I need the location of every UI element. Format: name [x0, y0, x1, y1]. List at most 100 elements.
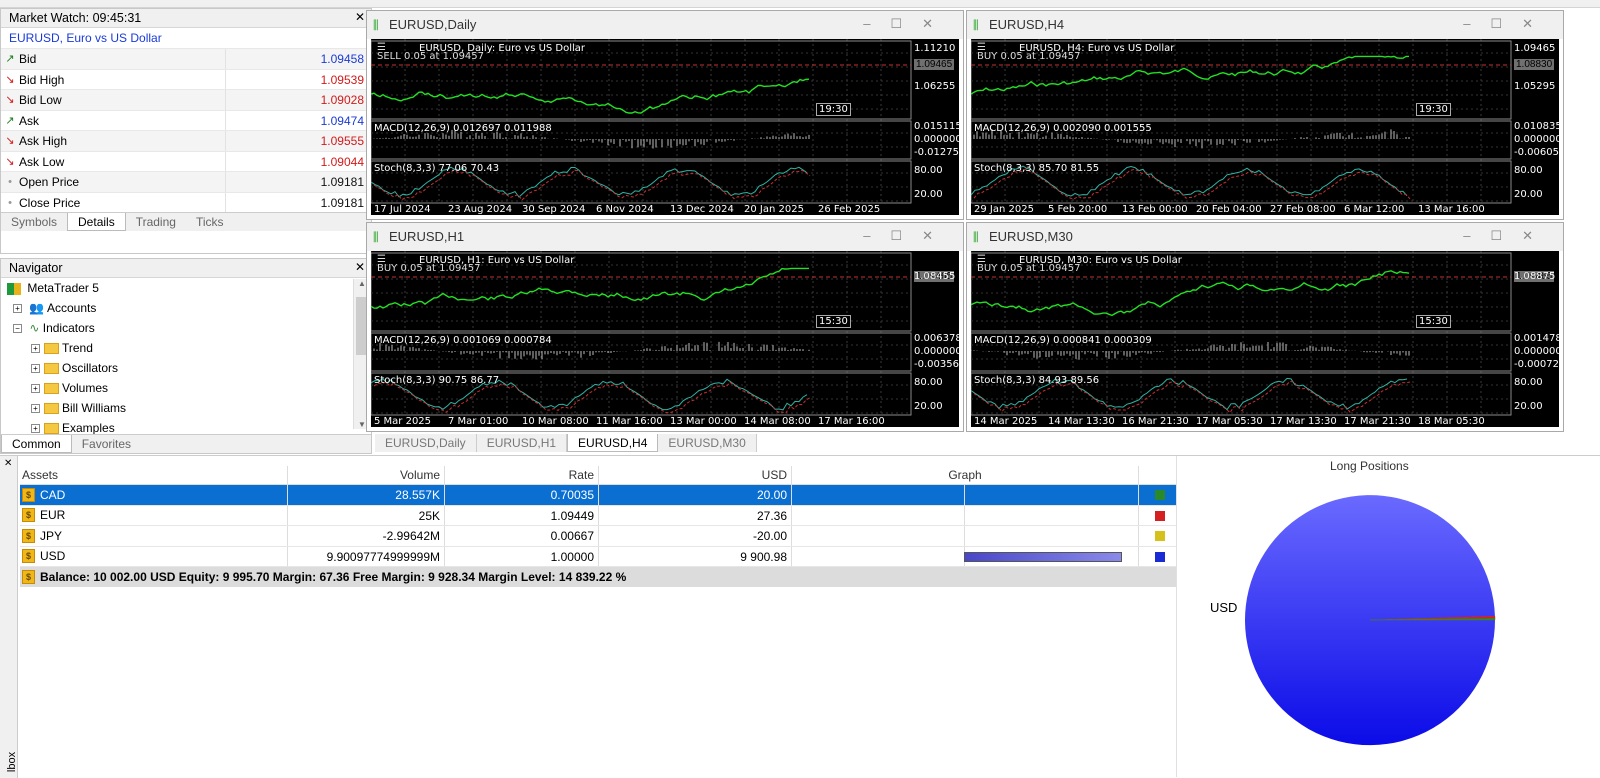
market-watch-symbol[interactable]: EURUSD, Euro vs US Dollar [1, 28, 371, 48]
col-graph[interactable]: Graph [792, 466, 1139, 484]
market-watch-row[interactable]: ↗ Bid 1.09458 [1, 48, 371, 69]
window-controls: –☐✕ [1463, 228, 1553, 244]
chart-title-bar[interactable]: ⫼ EURUSD,H4 –☐✕ [967, 11, 1563, 39]
close-icon[interactable]: ✕ [1522, 16, 1553, 31]
dollar-icon: $ [22, 487, 35, 502]
chart-canvas[interactable]: EURUSD, M30: Euro vs US Dollar BUY 0.05 a… [971, 251, 1559, 427]
date-label: 17 Mar 21:30 [1344, 416, 1411, 427]
time-tag: 19:30 [816, 103, 851, 116]
close-icon[interactable]: ✕ [922, 16, 953, 31]
market-watch-title: Market Watch: 09:45:31 [9, 11, 142, 25]
chart-tab[interactable]: EURUSD,H4 [567, 434, 659, 452]
list-icon[interactable]: ☰ [377, 254, 386, 265]
color-swatch [1155, 490, 1165, 500]
date-label: 29 Jan 2025 [974, 204, 1034, 215]
tab-favorites[interactable]: Favorites [72, 435, 141, 453]
close-icon[interactable]: ✕ [355, 10, 365, 24]
volume-cell: 28.557K [288, 485, 445, 505]
chart-tab[interactable]: EURUSD,Daily [375, 434, 477, 452]
chart-canvas[interactable]: EURUSD, H1: Euro vs US Dollar BUY 0.05 at… [371, 251, 959, 427]
minimize-icon[interactable]: – [1463, 228, 1490, 243]
maximize-icon[interactable]: ☐ [890, 228, 922, 243]
nav-folder-bill-williams[interactable]: + Bill Williams [1, 398, 371, 418]
maximize-icon[interactable]: ☐ [1490, 16, 1522, 31]
market-watch-row[interactable]: ↘ Bid High 1.09539 [1, 68, 371, 89]
list-icon[interactable]: ☰ [977, 254, 986, 265]
expand-icon[interactable]: + [31, 364, 40, 374]
nav-folder-oscillators[interactable]: + Oscillators [1, 358, 371, 378]
collapse-icon[interactable]: − [13, 324, 22, 334]
market-watch-row[interactable]: • Close Price 1.09181 [1, 191, 371, 212]
tab-ticks[interactable]: Ticks [186, 213, 234, 231]
list-icon[interactable]: ☰ [977, 42, 986, 53]
stoch-label: Stoch(8,3,3) 84.93 89.56 [974, 375, 1100, 386]
expand-icon[interactable]: + [31, 404, 40, 414]
col-usd[interactable]: USD [599, 466, 792, 484]
navigator-title: Navigator [9, 261, 63, 275]
arrow-down-icon: ↘ [5, 73, 15, 86]
col-assets[interactable]: Assets [20, 466, 288, 484]
candlestick-icon: ⫼ [373, 230, 379, 244]
chart-window[interactable]: ⫼ EURUSD,H1 –☐✕ EURUSD, H1: Euro vs US Doll… [366, 222, 964, 432]
maximize-icon[interactable]: ☐ [1490, 228, 1522, 243]
color-cell [1139, 506, 1177, 526]
chart-title-bar[interactable]: ⫼ EURUSD,H1 –☐✕ [367, 223, 963, 251]
minimize-icon[interactable]: – [1463, 16, 1490, 31]
expand-icon[interactable]: + [31, 384, 40, 394]
nav-folder-trend[interactable]: + Trend [1, 338, 371, 358]
nav-item-accounts[interactable]: + 👥 Accounts [1, 298, 371, 318]
market-watch-row[interactable]: ↘ Ask High 1.09555 [1, 130, 371, 151]
list-icon[interactable]: ☰ [377, 42, 386, 53]
tab-common[interactable]: Common [1, 435, 72, 453]
tab-symbols[interactable]: Symbols [1, 213, 67, 231]
nav-folder-volumes[interactable]: + Volumes [1, 378, 371, 398]
main-toolbar[interactable] [0, 0, 1600, 8]
price-label: 1.09465 [1514, 43, 1556, 54]
chart-canvas[interactable]: EURUSD, Daily: Euro vs US Dollar SELL 0.0… [371, 39, 959, 215]
minimize-icon[interactable]: – [863, 228, 890, 243]
market-watch-row[interactable]: ↘ Ask Low 1.09044 [1, 150, 371, 171]
close-icon[interactable]: ✕ [922, 228, 953, 243]
table-row[interactable]: $ JPY -2.99642M 0.00667 -20.00 [20, 526, 1177, 547]
col-rate[interactable]: Rate [445, 466, 599, 484]
market-watch-tabs: Symbols Details Trading Ticks [1, 212, 371, 231]
chart-tab[interactable]: EURUSD,M30 [658, 434, 757, 452]
date-label: 6 Mar 12:00 [1344, 204, 1405, 215]
expand-icon[interactable]: + [31, 424, 40, 434]
graph-center-line [964, 526, 965, 546]
chart-title-bar[interactable]: ⫼ EURUSD,M30 –☐✕ [967, 223, 1563, 251]
nav-root[interactable]: MetaTrader 5 [1, 278, 371, 298]
folder-icon [44, 403, 59, 415]
balance-row: $ Balance: 10 002.00 USD Equity: 9 995.7… [20, 567, 1177, 587]
close-icon[interactable]: ✕ [4, 458, 12, 469]
table-row[interactable]: $ USD 9.90097774999999M 1.00000 9 900.98 [20, 546, 1177, 567]
chart-tab[interactable]: EURUSD,H1 [476, 434, 568, 452]
maximize-icon[interactable]: ☐ [890, 16, 922, 31]
table-row[interactable]: $ CAD 28.557K 0.70035 20.00 [20, 485, 1177, 506]
macd-value: 0.006378 [914, 333, 959, 344]
col-volume[interactable]: Volume [288, 466, 445, 484]
market-watch-row[interactable]: ↗ Ask 1.09474 [1, 109, 371, 130]
chart-canvas[interactable]: EURUSD, H4: Euro vs US Dollar BUY 0.05 at… [971, 39, 1559, 215]
minimize-icon[interactable]: – [863, 16, 890, 31]
close-icon[interactable]: ✕ [1522, 228, 1553, 243]
stoch-value: 80.00 [1514, 377, 1543, 388]
table-row[interactable]: $ EUR 25K 1.09449 27.36 [20, 505, 1177, 526]
tab-trading[interactable]: Trading [126, 213, 186, 231]
expand-icon[interactable]: + [31, 344, 40, 354]
rate-cell: 0.70035 [445, 485, 599, 505]
market-watch-row[interactable]: • Open Price 1.09181 [1, 171, 371, 192]
tab-details[interactable]: Details [67, 213, 126, 231]
nav-item-indicators[interactable]: − ∿ Indicators [1, 318, 371, 338]
asset-cell: $ EUR [20, 505, 288, 525]
expand-icon[interactable]: + [13, 304, 22, 314]
price-label: 1.09465 [914, 59, 955, 70]
chart-window[interactable]: ⫼ EURUSD,M30 –☐✕ EURUSD, M30: Euro vs US Do… [966, 222, 1564, 432]
chart-window[interactable]: ⫼ EURUSD,Daily –☐✕ EURUSD, Daily: Euro vs U… [366, 10, 964, 220]
chart-window[interactable]: ⫼ EURUSD,H4 –☐✕ EURUSD, H4: Euro vs US Doll… [966, 10, 1564, 220]
close-icon[interactable]: ✕ [355, 260, 365, 274]
chart-title: EURUSD,Daily [389, 17, 477, 32]
metatrader-icon [7, 282, 21, 295]
market-watch-row[interactable]: ↘ Bid Low 1.09028 [1, 89, 371, 110]
chart-title-bar[interactable]: ⫼ EURUSD,Daily –☐✕ [367, 11, 963, 39]
